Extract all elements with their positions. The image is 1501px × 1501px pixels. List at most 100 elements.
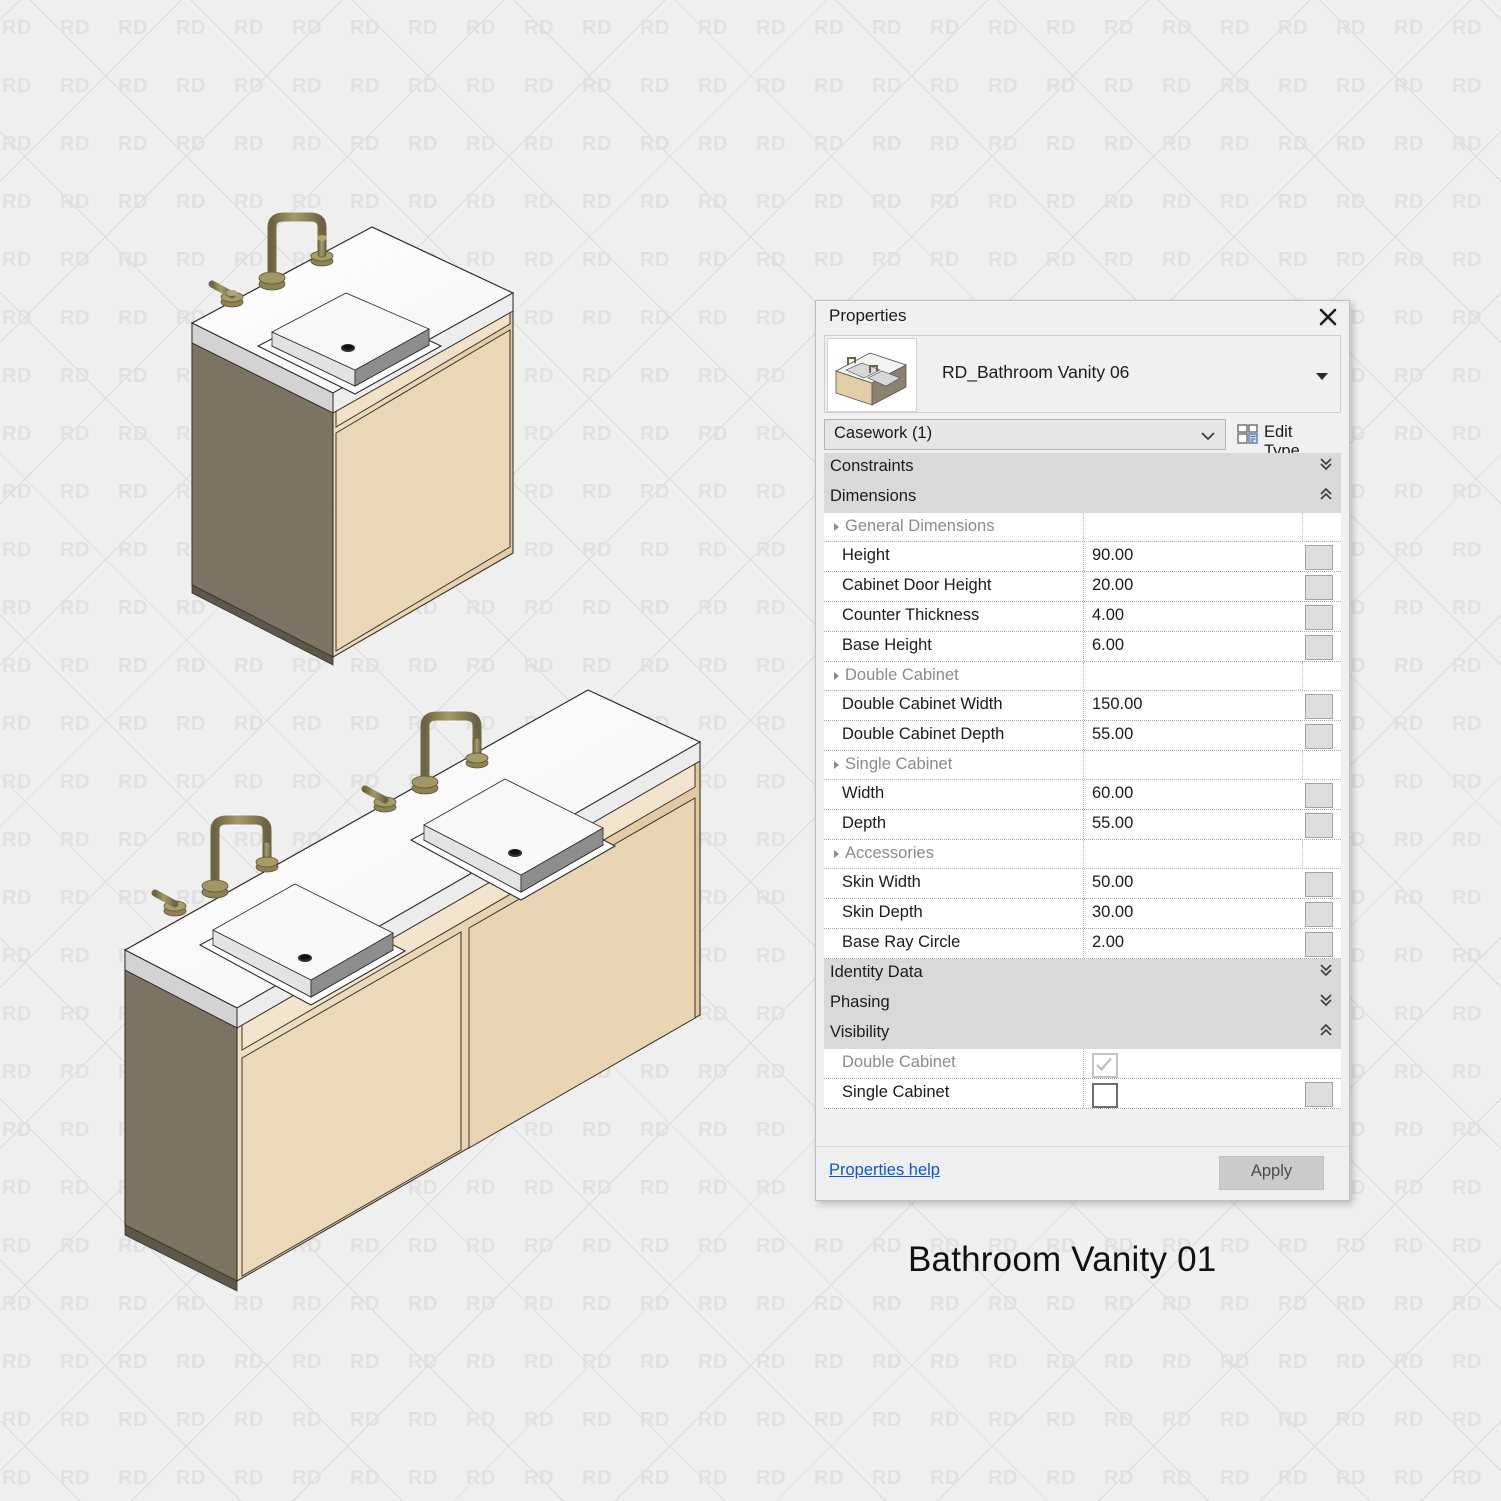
section-header-phasing[interactable]: Phasing [824,989,1341,1019]
parameter-button[interactable] [1305,902,1333,927]
properties-help-link[interactable]: Properties help [829,1161,940,1180]
parameter-button[interactable] [1305,635,1333,660]
watermark-tile: RD [1162,192,1192,212]
property-value[interactable]: 30.00 [1092,903,1133,922]
section-header-identity-data[interactable]: Identity Data [824,959,1341,989]
section-header-dimensions[interactable]: Dimensions [824,483,1341,513]
table-row[interactable]: Counter Thickness4.00 [824,602,1341,632]
category-select[interactable]: Casework (1) [824,419,1226,450]
chevron-double-up-icon[interactable] [1319,1022,1333,1042]
watermark-tile: RD [582,424,612,444]
watermark-tile: RD [60,714,90,734]
watermark-tile: RD [2,772,32,792]
section-header-constraints[interactable]: Constraints [824,453,1341,483]
watermark-tile: RD [1278,76,1308,96]
parameter-button[interactable] [1305,932,1333,957]
watermark-tile: RD [814,250,844,270]
section-header-visibility[interactable]: Visibility [824,1019,1341,1049]
watermark-tile: RD [1394,830,1424,850]
watermark-tile: RD [756,1120,786,1140]
close-icon[interactable] [1314,303,1342,331]
property-value[interactable]: 4.00 [1092,606,1124,625]
property-group-general-dimensions[interactable]: General Dimensions [824,513,1341,542]
parameter-button[interactable] [1305,605,1333,630]
watermark-tile: RD [1394,1178,1424,1198]
parameter-button[interactable] [1305,575,1333,600]
property-name: Width [842,784,884,803]
table-row[interactable]: Base Ray Circle2.00 [824,929,1341,959]
table-row[interactable]: Height 90.00 [824,542,1341,572]
type-selector-panel[interactable]: RD_Bathroom Vanity 06 [824,335,1341,413]
parameter-button[interactable] [1305,724,1333,749]
watermark-tile: RD [1452,250,1482,270]
property-value[interactable]: 90.00 [1092,546,1133,565]
watermark-tile: RD [350,1410,380,1430]
group-button-cell [1302,840,1341,868]
watermark-tile: RD [1452,888,1482,908]
property-value[interactable]: 55.00 [1092,725,1133,744]
table-row[interactable]: Width 60.00 [824,780,1341,810]
property-value[interactable]: 60.00 [1092,784,1133,803]
chevron-double-down-icon[interactable] [1319,992,1333,1012]
group-value-cell [1083,751,1303,779]
table-row[interactable]: Cabinet Door Height20.00 [824,572,1341,602]
table-row[interactable]: Skin Depth 30.00 [824,899,1341,929]
property-value[interactable]: 20.00 [1092,576,1133,595]
watermark-tile: RD [756,250,786,270]
watermark-tile: RD [640,250,670,270]
watermark-tile: RD [176,1468,206,1488]
table-row[interactable]: Double Cabinet Depth55.00 [824,721,1341,751]
column-divider [1083,869,1085,898]
watermark-tile: RD [2,1352,32,1372]
table-row[interactable]: Base Height6.00 [824,632,1341,662]
parameter-button[interactable] [1305,813,1333,838]
property-name: Skin Depth [842,903,923,922]
watermark-tile: RD [756,308,786,328]
property-group-accessories[interactable]: Accessories [824,840,1341,869]
chevron-double-down-icon[interactable] [1319,962,1333,982]
watermark-tile: RD [756,482,786,502]
watermark-tile: RD [1452,482,1482,502]
watermark-tile: RD [1162,76,1192,96]
table-row[interactable]: Double Cabinet Width150.00 [824,691,1341,721]
watermark-tile: RD [118,366,148,386]
watermark-tile: RD [292,1352,322,1372]
table-row[interactable]: Depth55.00 [824,810,1341,840]
watermark-tile: RD [60,656,90,676]
property-value[interactable]: 150.00 [1092,695,1142,714]
table-row[interactable]: Double Cabinet [824,1049,1341,1079]
watermark-tile: RD [1220,134,1250,154]
parameter-button[interactable] [1305,872,1333,897]
watermark-tile: RD [756,366,786,386]
table-row[interactable]: Single Cabinet [824,1079,1341,1109]
table-row[interactable]: Skin Width50.00 [824,869,1341,899]
chevron-double-up-icon[interactable] [1319,486,1333,506]
apply-button[interactable]: Apply [1219,1156,1324,1190]
property-value[interactable]: 2.00 [1092,933,1124,952]
parameter-button[interactable] [1305,1082,1333,1107]
parameter-button[interactable] [1305,694,1333,719]
property-group-single-cabinet[interactable]: Single Cabinet [824,751,1341,780]
watermark-tile: RD [698,1410,728,1430]
watermark-tile: RD [872,134,902,154]
property-name: Height [842,546,890,565]
checkbox-single-cabinet[interactable] [1092,1083,1118,1108]
property-value[interactable]: 55.00 [1092,814,1133,833]
chevron-double-down-icon[interactable] [1319,456,1333,476]
parameter-button[interactable] [1305,783,1333,808]
watermark-tile: RD [350,1468,380,1488]
watermark-tile: RD [930,1468,960,1488]
watermark-tile: RD [582,18,612,38]
caret-down-icon[interactable] [1314,368,1330,387]
watermark-tile: RD [756,1468,786,1488]
watermark-tile: RD [698,134,728,154]
watermark-tile: RD [408,134,438,154]
property-value[interactable]: 50.00 [1092,873,1133,892]
vanity-thumbnail [827,338,917,412]
watermark-tile: RD [292,134,322,154]
parameter-button[interactable] [1305,545,1333,570]
property-group-double-cabinet[interactable]: Double Cabinet [824,662,1341,691]
column-divider [1083,929,1085,958]
watermark-tile: RD [118,424,148,444]
property-value[interactable]: 6.00 [1092,636,1124,655]
